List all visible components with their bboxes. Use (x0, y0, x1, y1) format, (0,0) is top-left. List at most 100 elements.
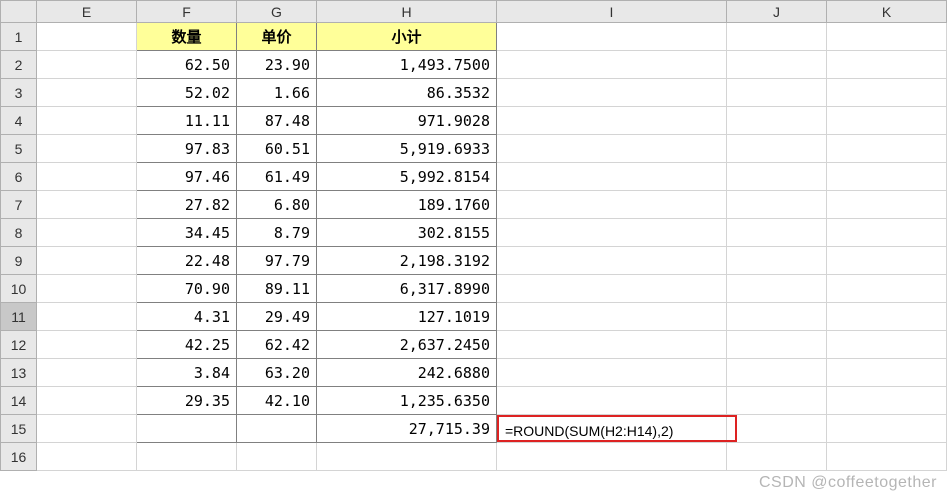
col-header-E[interactable]: E (37, 1, 137, 23)
cell-J7[interactable] (727, 191, 827, 219)
cell-K15[interactable] (827, 415, 947, 443)
cell-F10[interactable]: 70.90 (137, 275, 237, 303)
cell-K13[interactable] (827, 359, 947, 387)
cell-E6[interactable] (37, 163, 137, 191)
row-header-13[interactable]: 13 (1, 359, 37, 387)
cell-E1[interactable] (37, 23, 137, 51)
row-header-12[interactable]: 12 (1, 331, 37, 359)
cell-E5[interactable] (37, 135, 137, 163)
cell-E9[interactable] (37, 247, 137, 275)
row-header-8[interactable]: 8 (1, 219, 37, 247)
cell-E8[interactable] (37, 219, 137, 247)
cell-G5[interactable]: 60.51 (237, 135, 317, 163)
cell-J3[interactable] (727, 79, 827, 107)
cell-K2[interactable] (827, 51, 947, 79)
cell-J2[interactable] (727, 51, 827, 79)
cell-J6[interactable] (727, 163, 827, 191)
cell-F15[interactable] (137, 415, 237, 443)
cell-J1[interactable] (727, 23, 827, 51)
cell-I12[interactable] (497, 331, 727, 359)
cell-E4[interactable] (37, 107, 137, 135)
col-header-H[interactable]: H (317, 1, 497, 23)
cell-J9[interactable] (727, 247, 827, 275)
cell-G8[interactable]: 8.79 (237, 219, 317, 247)
cell-I8[interactable] (497, 219, 727, 247)
cell-E2[interactable] (37, 51, 137, 79)
cell-K8[interactable] (827, 219, 947, 247)
cell-I5[interactable] (497, 135, 727, 163)
cell-H8[interactable]: 302.8155 (317, 219, 497, 247)
cell-G7[interactable]: 6.80 (237, 191, 317, 219)
cell-K12[interactable] (827, 331, 947, 359)
cell-E12[interactable] (37, 331, 137, 359)
cell-I3[interactable] (497, 79, 727, 107)
cell-F4[interactable]: 11.11 (137, 107, 237, 135)
cell-H15[interactable]: 27,715.39 (317, 415, 497, 443)
cell-H4[interactable]: 971.9028 (317, 107, 497, 135)
row-header-11[interactable]: 11 (1, 303, 37, 331)
col-header-I[interactable]: I (497, 1, 727, 23)
cell-K11[interactable] (827, 303, 947, 331)
cell-I6[interactable] (497, 163, 727, 191)
cell-J4[interactable] (727, 107, 827, 135)
spreadsheet[interactable]: E F G H I J K 1数量单价小计262.5023.901,493.75… (0, 0, 947, 471)
row-header-9[interactable]: 9 (1, 247, 37, 275)
cell-G13[interactable]: 63.20 (237, 359, 317, 387)
cell-I1[interactable] (497, 23, 727, 51)
cell-I13[interactable] (497, 359, 727, 387)
cell-F9[interactable]: 22.48 (137, 247, 237, 275)
cell-I7[interactable] (497, 191, 727, 219)
cell-F6[interactable]: 97.46 (137, 163, 237, 191)
cell-F7[interactable]: 27.82 (137, 191, 237, 219)
cell-K10[interactable] (827, 275, 947, 303)
cell-K16[interactable] (827, 443, 947, 471)
cell-I14[interactable] (497, 387, 727, 415)
cell-G4[interactable]: 87.48 (237, 107, 317, 135)
cell-G2[interactable]: 23.90 (237, 51, 317, 79)
row-header-4[interactable]: 4 (1, 107, 37, 135)
col-header-F[interactable]: F (137, 1, 237, 23)
cell-G9[interactable]: 97.79 (237, 247, 317, 275)
cell-H5[interactable]: 5,919.6933 (317, 135, 497, 163)
cell-F14[interactable]: 29.35 (137, 387, 237, 415)
row-header-5[interactable]: 5 (1, 135, 37, 163)
cell-F3[interactable]: 52.02 (137, 79, 237, 107)
cell-K5[interactable] (827, 135, 947, 163)
cell-I15[interactable]: =ROUND(SUM(H2:H14),2) (497, 415, 727, 443)
cell-H14[interactable]: 1,235.6350 (317, 387, 497, 415)
row-header-2[interactable]: 2 (1, 51, 37, 79)
row-header-3[interactable]: 3 (1, 79, 37, 107)
cell-H13[interactable]: 242.6880 (317, 359, 497, 387)
cell-G1[interactable]: 单价 (237, 23, 317, 51)
cell-G11[interactable]: 29.49 (237, 303, 317, 331)
cell-I16[interactable] (497, 443, 727, 471)
cell-F2[interactable]: 62.50 (137, 51, 237, 79)
cell-J5[interactable] (727, 135, 827, 163)
cell-F8[interactable]: 34.45 (137, 219, 237, 247)
row-header-10[interactable]: 10 (1, 275, 37, 303)
col-header-K[interactable]: K (827, 1, 947, 23)
cell-F13[interactable]: 3.84 (137, 359, 237, 387)
cell-E10[interactable] (37, 275, 137, 303)
cell-H6[interactable]: 5,992.8154 (317, 163, 497, 191)
cell-J15[interactable] (727, 415, 827, 443)
cell-J11[interactable] (727, 303, 827, 331)
cell-G6[interactable]: 61.49 (237, 163, 317, 191)
cell-H3[interactable]: 86.3532 (317, 79, 497, 107)
cell-F5[interactable]: 97.83 (137, 135, 237, 163)
cell-J12[interactable] (727, 331, 827, 359)
cell-G12[interactable]: 62.42 (237, 331, 317, 359)
cell-F12[interactable]: 42.25 (137, 331, 237, 359)
cell-H2[interactable]: 1,493.7500 (317, 51, 497, 79)
cell-K1[interactable] (827, 23, 947, 51)
cell-H1[interactable]: 小计 (317, 23, 497, 51)
cell-H10[interactable]: 6,317.8990 (317, 275, 497, 303)
cell-F16[interactable] (137, 443, 237, 471)
cell-E13[interactable] (37, 359, 137, 387)
cell-J16[interactable] (727, 443, 827, 471)
cell-K3[interactable] (827, 79, 947, 107)
cell-K7[interactable] (827, 191, 947, 219)
cell-K14[interactable] (827, 387, 947, 415)
cell-I10[interactable] (497, 275, 727, 303)
cell-H9[interactable]: 2,198.3192 (317, 247, 497, 275)
